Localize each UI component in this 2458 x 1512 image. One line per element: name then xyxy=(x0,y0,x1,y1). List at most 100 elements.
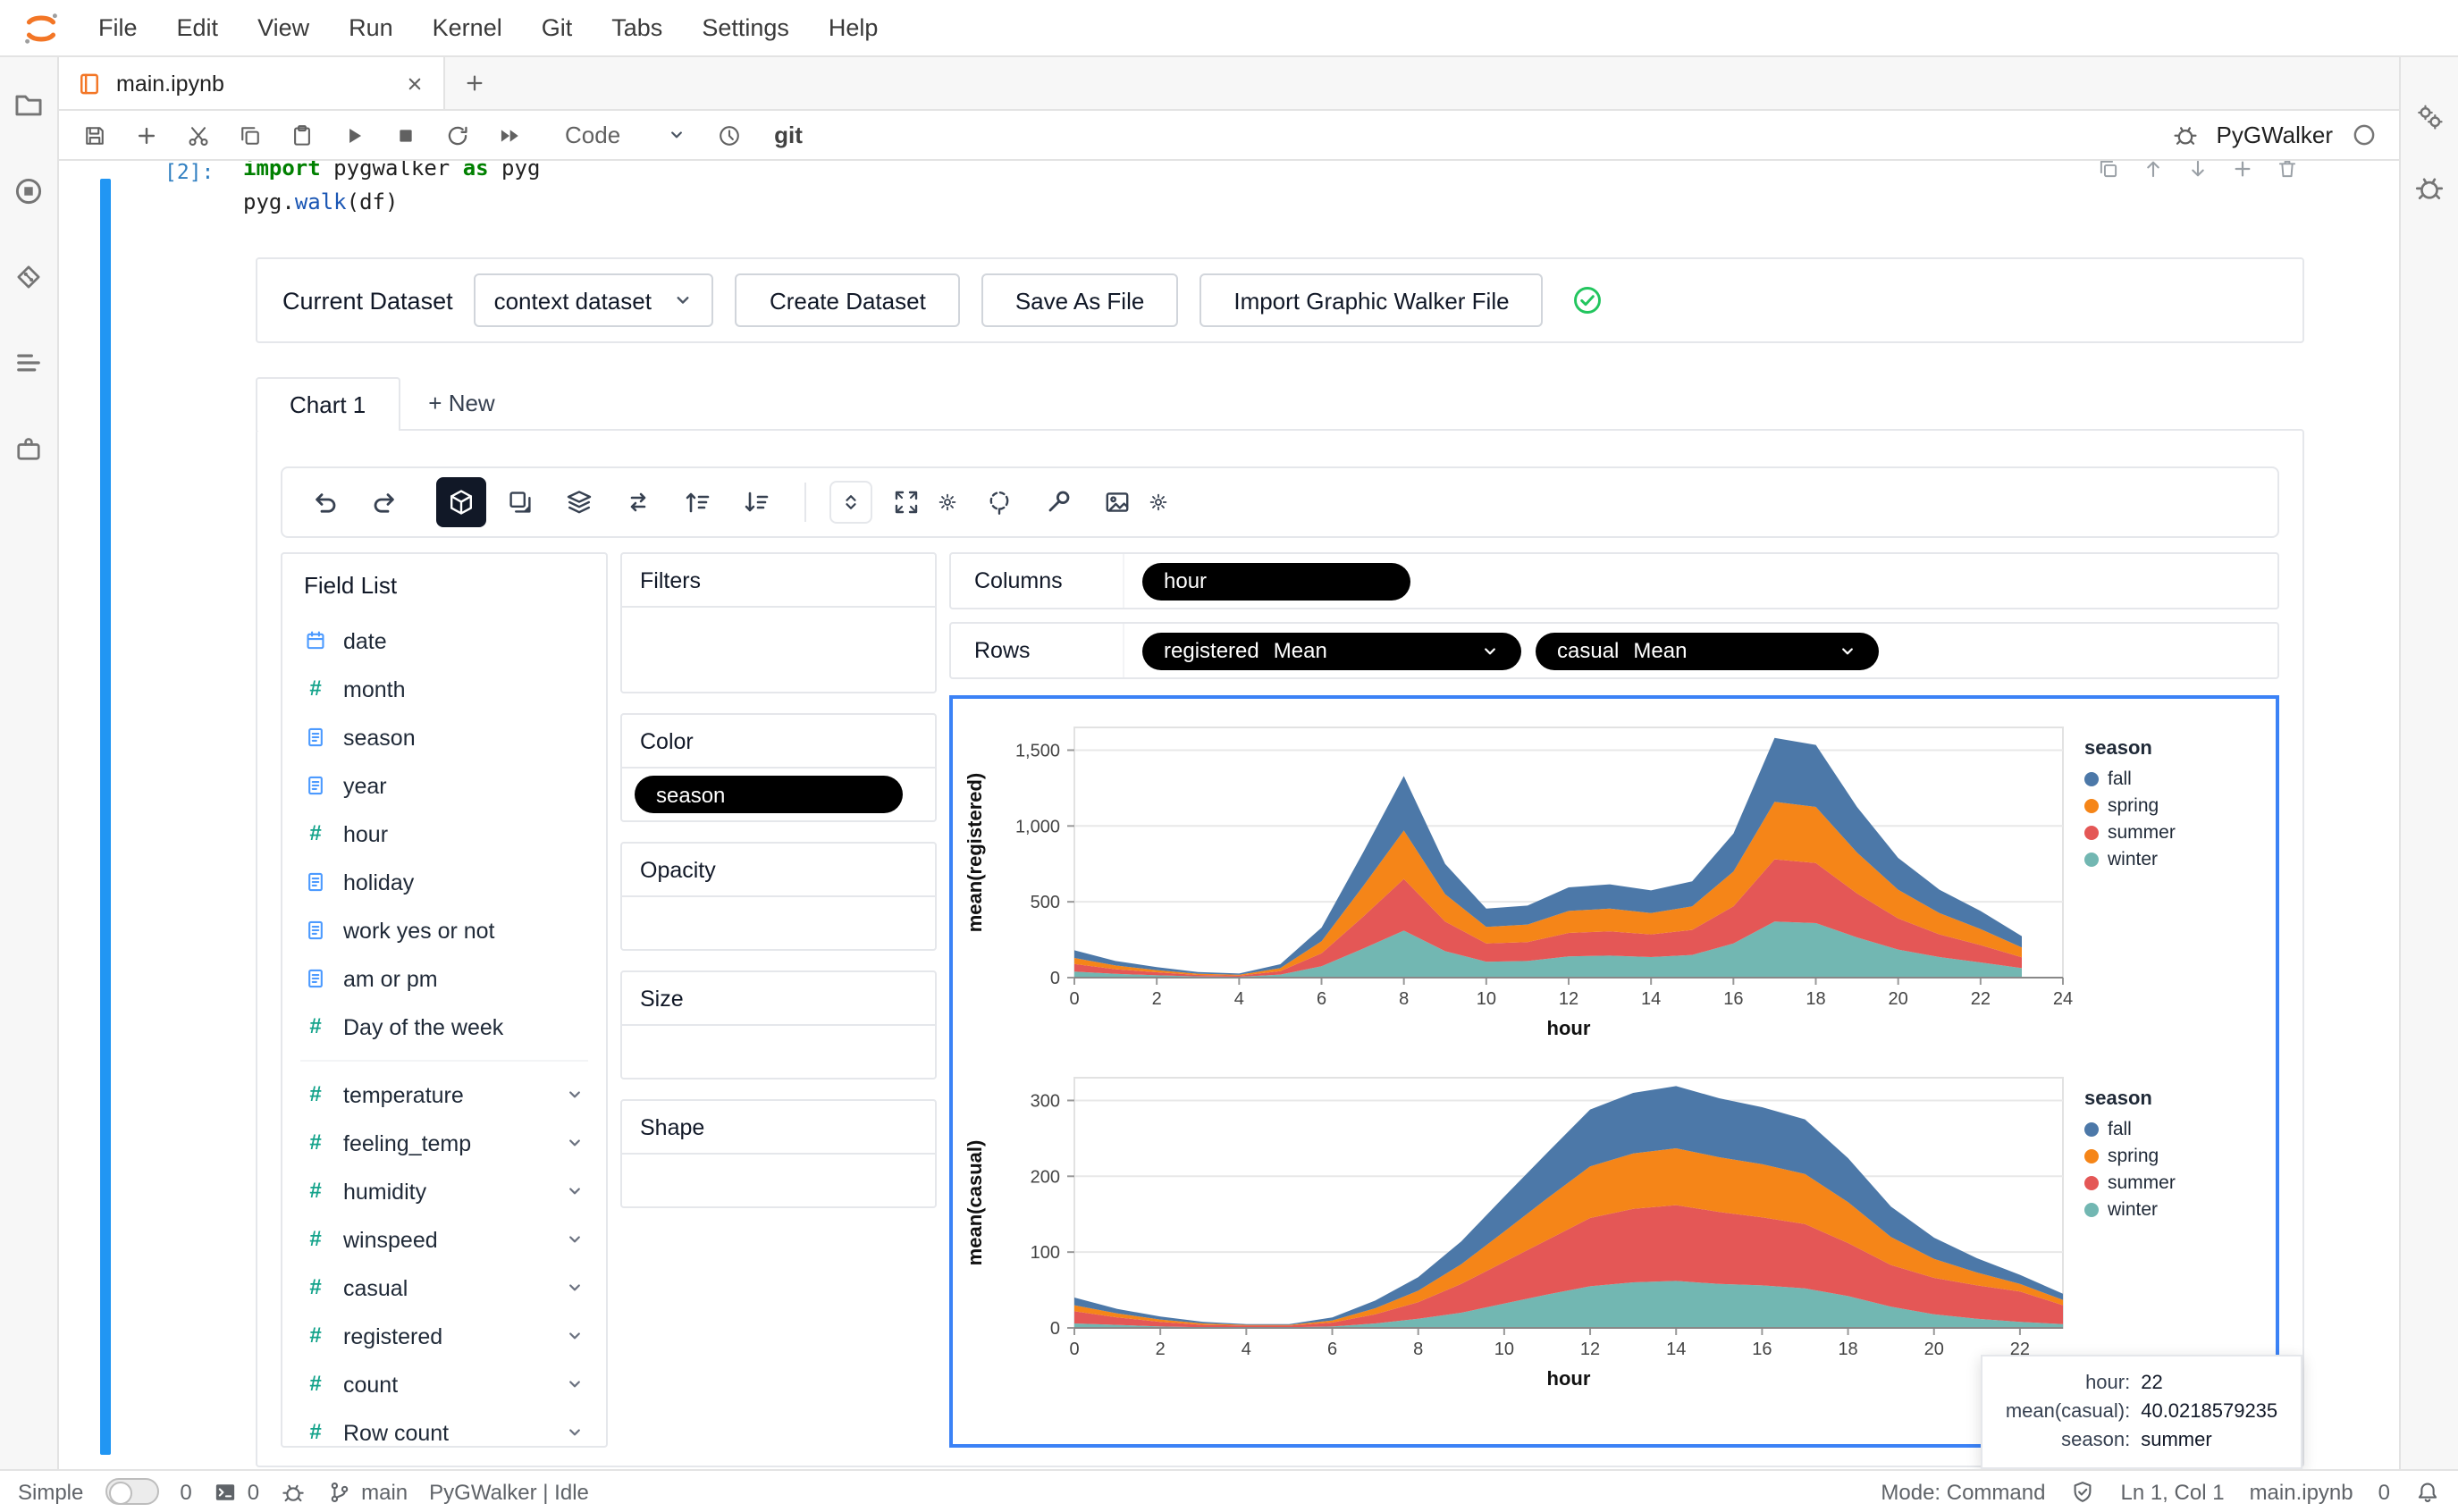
legend-item-spring[interactable]: spring xyxy=(2084,1142,2235,1169)
rows-pill-registered[interactable]: registered Mean xyxy=(1142,632,1521,670)
sort-descending-button[interactable] xyxy=(731,477,781,527)
field-hour[interactable]: # hour xyxy=(282,810,606,858)
debugger-status-icon[interactable] xyxy=(281,1479,306,1504)
legend-item-summer[interactable]: summer xyxy=(2084,1169,2235,1196)
menu-git[interactable]: Git xyxy=(522,0,593,56)
new-chart-tab-button[interactable]: + New xyxy=(400,375,523,429)
tools-button[interactable] xyxy=(1033,477,1083,527)
menu-kernel[interactable]: Kernel xyxy=(413,0,522,56)
dataset-select[interactable]: context dataset xyxy=(474,273,714,328)
field-winspeed[interactable]: # winspeed xyxy=(282,1215,606,1264)
chevron-down-icon[interactable] xyxy=(565,1278,585,1298)
interrupt-kernel-button[interactable] xyxy=(381,113,429,156)
kernel-status-icon[interactable] xyxy=(2351,122,2378,148)
field-count[interactable]: # count xyxy=(282,1360,606,1408)
notifications-count[interactable]: 0 xyxy=(2378,1479,2390,1504)
cursor-position[interactable]: Ln 1, Col 1 xyxy=(2120,1479,2224,1504)
rows-pill-casual[interactable]: casual Mean xyxy=(1536,632,1879,670)
git-history-button[interactable] xyxy=(704,113,753,156)
tab-chart-1[interactable]: Chart 1 xyxy=(256,377,400,432)
delete-cell-icon[interactable] xyxy=(2276,161,2299,181)
resize-config-gear-icon[interactable] xyxy=(937,491,958,513)
move-cell-down-icon[interactable] xyxy=(2186,161,2210,181)
menu-tabs[interactable]: Tabs xyxy=(592,0,682,56)
menu-help[interactable]: Help xyxy=(809,0,898,56)
redo-button[interactable] xyxy=(359,477,409,527)
legend-item-winter[interactable]: winter xyxy=(2084,1196,2235,1222)
menu-settings[interactable]: Settings xyxy=(682,0,809,56)
export-config-gear-icon[interactable] xyxy=(1148,491,1169,513)
legend-item-fall[interactable]: fall xyxy=(2084,765,2235,792)
close-tab-icon[interactable] xyxy=(404,72,425,94)
pill-aggregation[interactable]: Mean xyxy=(1633,638,1687,663)
git-icon[interactable] xyxy=(13,261,45,293)
paste-cell-button[interactable] xyxy=(277,113,325,156)
insert-cell-button[interactable] xyxy=(122,113,170,156)
terminals-status[interactable]: 0 xyxy=(214,1479,259,1504)
chart-type-button[interactable] xyxy=(436,477,486,528)
field-feeling_temp[interactable]: # feeling_temp xyxy=(282,1119,606,1167)
sort-ascending-button[interactable] xyxy=(672,477,722,527)
selection-tool-button[interactable] xyxy=(974,477,1024,527)
duplicate-cell-icon[interactable] xyxy=(2097,161,2120,181)
simple-mode-toggle[interactable] xyxy=(105,1478,159,1505)
color-dropzone[interactable]: season xyxy=(622,769,935,820)
pill-aggregation[interactable]: Mean xyxy=(1274,638,1327,663)
chevron-down-icon[interactable] xyxy=(565,1230,585,1249)
running-sessions-icon[interactable] xyxy=(13,175,45,207)
kernel-name[interactable]: PyGWalker xyxy=(2217,122,2334,148)
layers-button[interactable] xyxy=(554,477,604,527)
field-casual[interactable]: # casual xyxy=(282,1264,606,1312)
chevron-down-icon[interactable] xyxy=(565,1423,585,1442)
extension-manager-icon[interactable] xyxy=(13,433,45,465)
columns-pill-hour[interactable]: hour xyxy=(1142,562,1410,601)
filters-dropzone[interactable] xyxy=(622,608,935,692)
git-branch-indicator[interactable]: main xyxy=(327,1479,408,1504)
legend-item-fall[interactable]: fall xyxy=(2084,1115,2235,1142)
size-mode-button[interactable] xyxy=(829,481,872,525)
code-editor[interactable]: import pygwalker as pyg pyg.walk(df) xyxy=(243,161,2399,218)
cell-type-select[interactable]: Code xyxy=(565,122,686,148)
field-date[interactable]: date xyxy=(282,617,606,665)
import-graphic-walker-file-button[interactable]: Import Graphic Walker File xyxy=(1200,273,1544,328)
move-cell-up-icon[interactable] xyxy=(2142,161,2165,181)
resize-button[interactable] xyxy=(881,477,931,527)
run-cell-button[interactable] xyxy=(329,113,377,156)
create-dataset-button[interactable]: Create Dataset xyxy=(735,273,960,328)
transpose-button[interactable] xyxy=(613,477,663,527)
debugger-sidebar-icon[interactable] xyxy=(2413,172,2445,204)
kernels-status[interactable]: 0 xyxy=(180,1479,191,1504)
chevron-down-icon[interactable] xyxy=(565,1133,585,1153)
field-temperature[interactable]: # temperature xyxy=(282,1071,606,1119)
field-humidity[interactable]: # humidity xyxy=(282,1167,606,1215)
field-work-yes-or-not[interactable]: work yes or not xyxy=(282,906,606,954)
undo-button[interactable] xyxy=(300,477,350,527)
copy-cell-button[interactable] xyxy=(225,113,274,156)
chevron-down-icon[interactable] xyxy=(1480,641,1500,660)
field-am-or-pm[interactable]: am or pm xyxy=(282,954,606,1003)
field-row-count[interactable]: # Row count xyxy=(282,1408,606,1446)
property-inspector-icon[interactable] xyxy=(2413,100,2445,132)
table-of-contents-icon[interactable] xyxy=(13,347,45,379)
cut-cell-button[interactable] xyxy=(173,113,222,156)
tab-main-ipynb[interactable]: main.ipynb xyxy=(59,57,445,109)
rows-dropzone[interactable]: registered Mean casual Mean xyxy=(1124,632,1879,670)
restart-kernel-button[interactable] xyxy=(433,113,481,156)
mode-indicator[interactable]: Mode: Command xyxy=(1881,1479,2045,1504)
menu-run[interactable]: Run xyxy=(329,0,413,56)
notifications-bell-icon[interactable] xyxy=(2415,1479,2440,1504)
chevron-down-icon[interactable] xyxy=(1838,641,1857,660)
field-holiday[interactable]: holiday xyxy=(282,858,606,906)
active-cell-indicator[interactable] xyxy=(100,179,111,1455)
chevron-down-icon[interactable] xyxy=(565,1326,585,1346)
chevron-down-icon[interactable] xyxy=(565,1374,585,1394)
legend-item-spring[interactable]: spring xyxy=(2084,792,2235,819)
shape-dropzone[interactable] xyxy=(622,1155,935,1206)
duplicate-view-button[interactable] xyxy=(495,477,545,527)
field-day-of-the-week[interactable]: # Day of the week xyxy=(282,1003,606,1051)
export-image-button[interactable] xyxy=(1092,477,1142,527)
field-registered[interactable]: # registered xyxy=(282,1312,606,1360)
chart-canvas[interactable]: 0 500 1,000 1,500 0 2 4 6 8 10 12 14 16 18 20 22 24 hour m… xyxy=(949,695,2302,1469)
chevron-down-icon[interactable] xyxy=(565,1181,585,1201)
new-launcher-button[interactable] xyxy=(445,57,502,109)
